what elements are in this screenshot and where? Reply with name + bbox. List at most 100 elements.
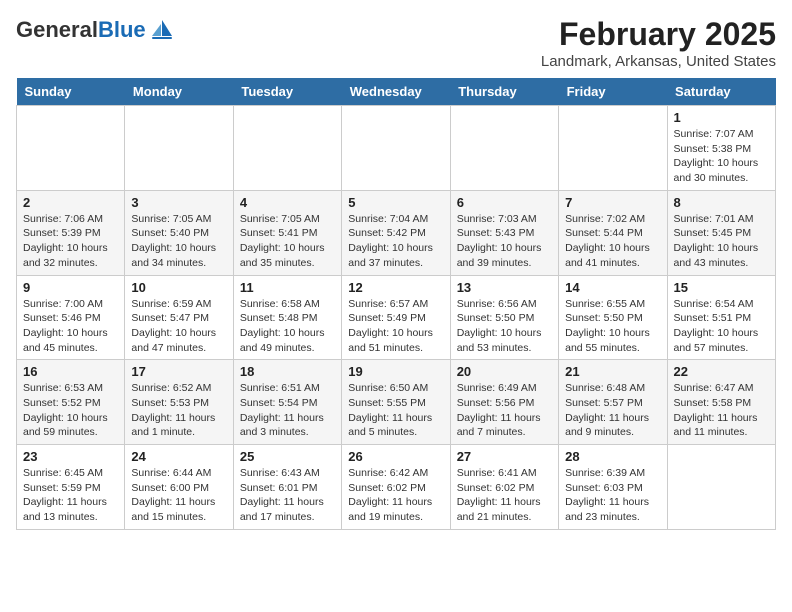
day-detail: Sunrise: 6:49 AMSunset: 5:56 PMDaylight:…	[457, 381, 552, 440]
day-detail: Sunrise: 7:00 AMSunset: 5:46 PMDaylight:…	[23, 297, 118, 356]
page-subtitle: Landmark, Arkansas, United States	[541, 53, 776, 70]
calendar-cell: 16 Sunrise: 6:53 AMSunset: 5:52 PMDayligh…	[17, 360, 125, 445]
calendar-cell: 6 Sunrise: 7:03 AMSunset: 5:43 PMDaylight…	[450, 190, 558, 275]
day-detail: Sunrise: 6:50 AMSunset: 5:55 PMDaylight:…	[348, 381, 443, 440]
day-detail: Sunrise: 6:47 AMSunset: 5:58 PMDaylight:…	[674, 381, 769, 440]
calendar-cell: 25Sunrise: 6:43 AMSunset: 6:01 PMDayligh…	[233, 445, 341, 530]
day-number: 3	[131, 195, 226, 210]
calendar-week-row: 1 Sunrise: 7:07 AMSunset: 5:38 PMDaylight…	[17, 106, 776, 191]
day-detail: Sunrise: 7:07 AMSunset: 5:38 PMDaylight:…	[674, 127, 769, 186]
day-number: 9	[23, 280, 118, 295]
calendar-cell	[667, 445, 775, 530]
day-number: 6	[457, 195, 552, 210]
logo-icon	[148, 16, 176, 44]
calendar-cell: 12 Sunrise: 6:57 AMSunset: 5:49 PMDayligh…	[342, 275, 450, 360]
calendar-cell: 22 Sunrise: 6:47 AMSunset: 5:58 PMDayligh…	[667, 360, 775, 445]
day-number: 28	[565, 449, 660, 464]
day-number: 12	[348, 280, 443, 295]
day-number: 11	[240, 280, 335, 295]
calendar-cell: 15 Sunrise: 6:54 AMSunset: 5:51 PMDayligh…	[667, 275, 775, 360]
header-saturday: Saturday	[667, 78, 775, 106]
calendar-cell: 4Sunrise: 7:05 AMSunset: 5:41 PMDaylight…	[233, 190, 341, 275]
day-detail: Sunrise: 7:02 AMSunset: 5:44 PMDaylight:…	[565, 212, 660, 271]
calendar-cell	[559, 106, 667, 191]
calendar-cell: 21 Sunrise: 6:48 AMSunset: 5:57 PMDayligh…	[559, 360, 667, 445]
calendar-table: SundayMondayTuesdayWednesdayThursdayFrid…	[16, 78, 776, 530]
calendar-cell: 14 Sunrise: 6:55 AMSunset: 5:50 PMDayligh…	[559, 275, 667, 360]
calendar-cell: 27Sunrise: 6:41 AMSunset: 6:02 PMDayligh…	[450, 445, 558, 530]
calendar-cell: 8 Sunrise: 7:01 AMSunset: 5:45 PMDaylight…	[667, 190, 775, 275]
day-detail: Sunrise: 6:44 AMSunset: 6:00 PMDaylight:…	[131, 466, 226, 525]
day-number: 10	[131, 280, 226, 295]
calendar-week-row: 23 Sunrise: 6:45 AMSunset: 5:59 PMDayligh…	[17, 445, 776, 530]
page-title: February 2025	[541, 16, 776, 53]
day-detail: Sunrise: 6:42 AMSunset: 6:02 PMDaylight:…	[348, 466, 443, 525]
header-wednesday: Wednesday	[342, 78, 450, 106]
logo: GeneralBlue	[16, 16, 176, 44]
day-detail: Sunrise: 6:53 AMSunset: 5:52 PMDaylight:…	[23, 381, 118, 440]
day-number: 16	[23, 364, 118, 379]
day-number: 22	[674, 364, 769, 379]
calendar-cell: 20 Sunrise: 6:49 AMSunset: 5:56 PMDayligh…	[450, 360, 558, 445]
calendar-cell: 13Sunrise: 6:56 AMSunset: 5:50 PMDayligh…	[450, 275, 558, 360]
calendar-header-row: SundayMondayTuesdayWednesdayThursdayFrid…	[17, 78, 776, 106]
day-number: 18	[240, 364, 335, 379]
calendar-cell: 7 Sunrise: 7:02 AMSunset: 5:44 PMDaylight…	[559, 190, 667, 275]
logo-text: GeneralBlue	[16, 19, 146, 41]
day-detail: Sunrise: 6:39 AMSunset: 6:03 PMDaylight:…	[565, 466, 660, 525]
day-detail: Sunrise: 7:05 AMSunset: 5:40 PMDaylight:…	[131, 212, 226, 271]
day-detail: Sunrise: 6:55 AMSunset: 5:50 PMDaylight:…	[565, 297, 660, 356]
calendar-cell: 19 Sunrise: 6:50 AMSunset: 5:55 PMDayligh…	[342, 360, 450, 445]
calendar-cell	[125, 106, 233, 191]
day-number: 2	[23, 195, 118, 210]
day-number: 15	[674, 280, 769, 295]
calendar-cell	[17, 106, 125, 191]
day-detail: Sunrise: 6:45 AMSunset: 5:59 PMDaylight:…	[23, 466, 118, 525]
day-detail: Sunrise: 6:57 AMSunset: 5:49 PMDaylight:…	[348, 297, 443, 356]
calendar-cell: 11Sunrise: 6:58 AMSunset: 5:48 PMDayligh…	[233, 275, 341, 360]
calendar-cell	[233, 106, 341, 191]
day-number: 1	[674, 110, 769, 125]
day-number: 21	[565, 364, 660, 379]
calendar-cell: 28 Sunrise: 6:39 AMSunset: 6:03 PMDayligh…	[559, 445, 667, 530]
day-detail: Sunrise: 7:03 AMSunset: 5:43 PMDaylight:…	[457, 212, 552, 271]
day-number: 27	[457, 449, 552, 464]
day-number: 20	[457, 364, 552, 379]
title-block: February 2025 Landmark, Arkansas, United…	[541, 16, 776, 70]
header-thursday: Thursday	[450, 78, 558, 106]
calendar-week-row: 9 Sunrise: 7:00 AMSunset: 5:46 PMDaylight…	[17, 275, 776, 360]
calendar-cell: 24 Sunrise: 6:44 AMSunset: 6:00 PMDayligh…	[125, 445, 233, 530]
header-friday: Friday	[559, 78, 667, 106]
calendar-cell: 3 Sunrise: 7:05 AMSunset: 5:40 PMDaylight…	[125, 190, 233, 275]
day-detail: Sunrise: 6:48 AMSunset: 5:57 PMDaylight:…	[565, 381, 660, 440]
day-detail: Sunrise: 6:59 AMSunset: 5:47 PMDaylight:…	[131, 297, 226, 356]
day-number: 23	[23, 449, 118, 464]
day-number: 19	[348, 364, 443, 379]
calendar-cell: 1 Sunrise: 7:07 AMSunset: 5:38 PMDaylight…	[667, 106, 775, 191]
calendar-week-row: 2Sunrise: 7:06 AMSunset: 5:39 PMDaylight…	[17, 190, 776, 275]
calendar-cell: 26Sunrise: 6:42 AMSunset: 6:02 PMDayligh…	[342, 445, 450, 530]
calendar-cell	[342, 106, 450, 191]
day-detail: Sunrise: 6:43 AMSunset: 6:01 PMDaylight:…	[240, 466, 335, 525]
day-detail: Sunrise: 6:52 AMSunset: 5:53 PMDaylight:…	[131, 381, 226, 440]
day-number: 14	[565, 280, 660, 295]
day-number: 7	[565, 195, 660, 210]
day-detail: Sunrise: 6:56 AMSunset: 5:50 PMDaylight:…	[457, 297, 552, 356]
calendar-cell: 23 Sunrise: 6:45 AMSunset: 5:59 PMDayligh…	[17, 445, 125, 530]
calendar-cell: 17Sunrise: 6:52 AMSunset: 5:53 PMDayligh…	[125, 360, 233, 445]
day-detail: Sunrise: 7:01 AMSunset: 5:45 PMDaylight:…	[674, 212, 769, 271]
calendar-cell	[450, 106, 558, 191]
day-detail: Sunrise: 6:51 AMSunset: 5:54 PMDaylight:…	[240, 381, 335, 440]
day-detail: Sunrise: 6:54 AMSunset: 5:51 PMDaylight:…	[674, 297, 769, 356]
calendar-cell: 2Sunrise: 7:06 AMSunset: 5:39 PMDaylight…	[17, 190, 125, 275]
day-number: 5	[348, 195, 443, 210]
page-header: GeneralBlue February 2025 Landmark, Arka…	[16, 16, 776, 70]
day-number: 8	[674, 195, 769, 210]
day-detail: Sunrise: 7:05 AMSunset: 5:41 PMDaylight:…	[240, 212, 335, 271]
calendar-cell: 5 Sunrise: 7:04 AMSunset: 5:42 PMDaylight…	[342, 190, 450, 275]
day-detail: Sunrise: 7:04 AMSunset: 5:42 PMDaylight:…	[348, 212, 443, 271]
calendar-week-row: 16 Sunrise: 6:53 AMSunset: 5:52 PMDayligh…	[17, 360, 776, 445]
calendar-cell: 10 Sunrise: 6:59 AMSunset: 5:47 PMDayligh…	[125, 275, 233, 360]
calendar-cell: 18 Sunrise: 6:51 AMSunset: 5:54 PMDayligh…	[233, 360, 341, 445]
day-number: 24	[131, 449, 226, 464]
